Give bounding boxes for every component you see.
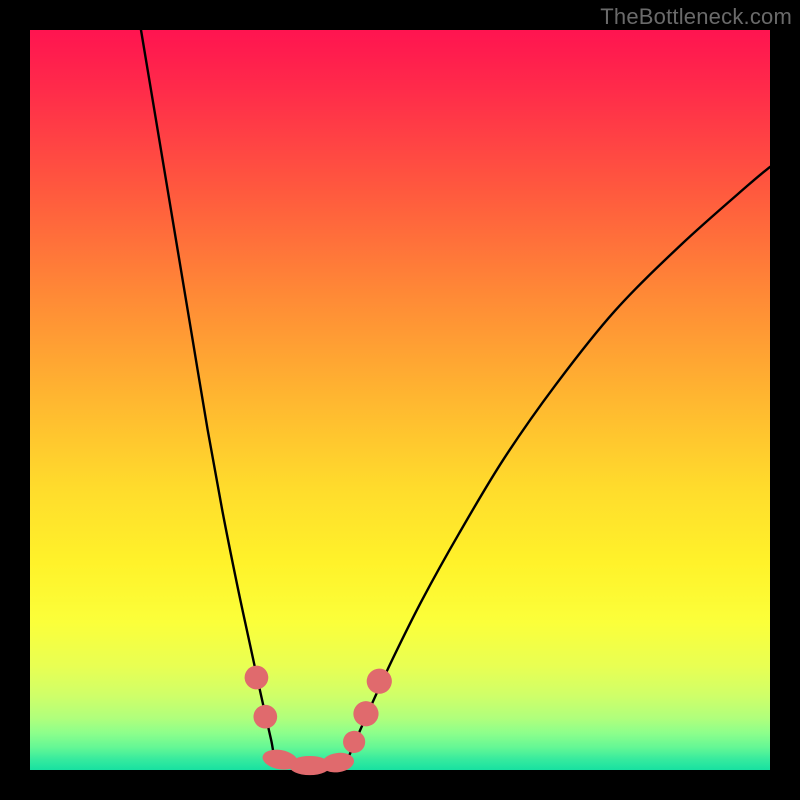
curve-marker xyxy=(349,696,384,731)
curve-layer xyxy=(30,30,770,770)
curve-markers xyxy=(240,661,396,775)
plot-area xyxy=(30,30,770,770)
curve-marker xyxy=(339,726,370,757)
curve-marker xyxy=(240,661,272,693)
chart-frame: TheBottleneck.com xyxy=(0,0,800,800)
watermark-label: TheBottleneck.com xyxy=(600,4,792,30)
curve-marker xyxy=(249,701,281,733)
bottleneck-path xyxy=(141,30,770,769)
curve-marker xyxy=(362,664,397,699)
bottleneck-curve xyxy=(141,30,770,769)
